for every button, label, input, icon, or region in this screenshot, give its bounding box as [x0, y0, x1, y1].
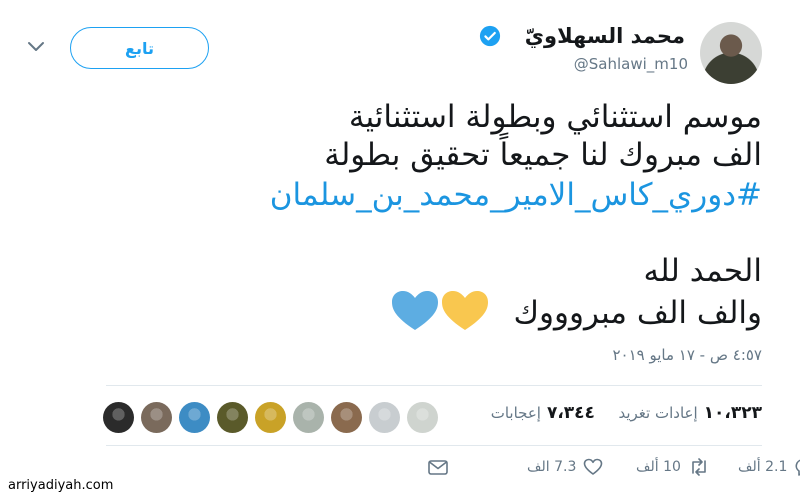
liker-avatar[interactable] — [407, 402, 438, 433]
retweet-count: 10 ألف — [636, 459, 681, 475]
likes-stat[interactable]: ٧،٣٤٤ إعجابات — [490, 403, 595, 423]
reply-count: 2.1 ألف — [738, 459, 788, 475]
tweet-timestamp[interactable]: ٤:٥٧ ص - ١٧ مايو ٢٠١٩ — [612, 346, 762, 364]
divider — [106, 385, 762, 386]
liker-avatar[interactable] — [255, 402, 286, 433]
likes-label: إعجابات — [490, 404, 541, 422]
liker-avatar[interactable] — [217, 402, 248, 433]
divider — [106, 445, 762, 446]
retweets-count: ١٠،٣٢٣ — [703, 403, 762, 423]
likes-count: ٧،٣٤٤ — [546, 403, 595, 423]
chevron-down-icon[interactable] — [26, 40, 46, 54]
retweet-icon — [692, 458, 706, 476]
liker-avatar[interactable] — [369, 402, 400, 433]
author-handle[interactable]: @Sahlawi_m10 — [574, 55, 688, 73]
heart-emojis-icon — [392, 291, 488, 330]
tweet-text-line: موسم استثنائي وبطولة استثنائية — [348, 99, 762, 135]
like-count: 7.3 الف — [527, 459, 577, 475]
message-action[interactable] — [420, 458, 449, 476]
liker-avatar[interactable] — [179, 402, 210, 433]
like-action[interactable]: 7.3 الف — [527, 458, 603, 476]
liker-avatar[interactable] — [293, 402, 324, 433]
envelope-icon — [428, 460, 448, 475]
retweet-action[interactable]: 10 ألف — [636, 458, 710, 476]
liker-avatar[interactable] — [141, 402, 172, 433]
retweet-stat[interactable]: ١٠،٣٢٣ إعادات تغريد — [618, 403, 762, 423]
follow-button[interactable]: تابع — [70, 27, 209, 69]
tweet-text-line: الف مبروك لنا جميعاً تحقيق بطولة — [324, 137, 762, 173]
author-display-name[interactable]: محمد السهلاويّ — [525, 24, 685, 48]
reply-icon — [795, 459, 800, 476]
engagement-stats: ١٠،٣٢٣ إعادات تغريد ٧،٣٤٤ إعجابات — [491, 403, 762, 423]
liker-avatar[interactable] — [103, 402, 134, 433]
retweets-label: إعادات تغريد — [618, 404, 698, 422]
site-watermark: arriyadiyah.com — [8, 478, 114, 493]
tweet-text-line: الحمد لله — [643, 253, 762, 289]
hashtag-link[interactable]: #دوري_كاس_الامير_محمد_بن_سلمان — [162, 176, 762, 214]
author-avatar[interactable] — [700, 22, 762, 84]
heart-icon — [584, 458, 603, 475]
verified-badge-icon — [479, 25, 501, 47]
liker-avatar[interactable] — [331, 402, 362, 433]
reply-action[interactable]: 2.1 ألف — [738, 458, 800, 476]
